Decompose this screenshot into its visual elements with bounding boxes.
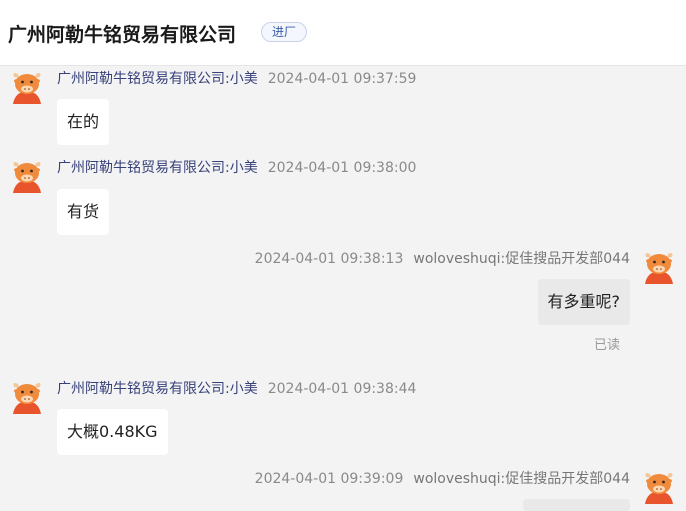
message-bubble[interactable]: 大概0.48KG bbox=[57, 409, 168, 455]
message-time: 2024-04-01 09:38:44 bbox=[267, 381, 417, 397]
message-sender[interactable]: woloveshuqi:促佳搜品开发部044 bbox=[413, 251, 630, 267]
message-meta: 2024-04-01 09:38:13 woloveshuqi:促佳搜品开发部04… bbox=[255, 248, 630, 268]
avatar[interactable] bbox=[641, 468, 677, 504]
supplier-tag[interactable]: 进厂 bbox=[261, 22, 308, 42]
avatar[interactable] bbox=[9, 378, 45, 414]
read-status: 已读 bbox=[593, 338, 620, 353]
cartoon-bull-avatar-icon bbox=[641, 468, 677, 504]
message-sender[interactable]: 广州阿勒牛铭贸易有限公司:小美 bbox=[57, 71, 258, 87]
message-sender[interactable]: 广州阿勒牛铭贸易有限公司:小美 bbox=[57, 381, 258, 397]
cartoon-bull-avatar-icon bbox=[9, 68, 45, 104]
message-time: 2024-04-01 09:38:00 bbox=[267, 160, 417, 176]
message-time: 2024-04-01 09:37:59 bbox=[267, 71, 417, 87]
cartoon-bull-avatar-icon bbox=[9, 378, 45, 414]
message-bubble[interactable]: 在的 bbox=[57, 99, 110, 145]
message-meta: 2024-04-01 09:39:09 woloveshuqi:促佳搜品开发部04… bbox=[255, 468, 630, 488]
cartoon-bull-avatar-icon bbox=[641, 248, 677, 284]
message-time: 2024-04-01 09:38:13 bbox=[254, 251, 404, 267]
message-meta: 广州阿勒牛铭贸易有限公司:小美 2024-04-01 09:38:44 bbox=[57, 378, 416, 398]
message-meta: 广州阿勒牛铭贸易有限公司:小美 2024-04-01 09:38:00 bbox=[57, 157, 416, 177]
message-bubble[interactable] bbox=[523, 499, 630, 511]
message-sender[interactable]: 广州阿勒牛铭贸易有限公司:小美 bbox=[57, 160, 258, 176]
message-meta: 广州阿勒牛铭贸易有限公司:小美 2024-04-01 09:37:59 bbox=[57, 68, 416, 88]
avatar[interactable] bbox=[9, 157, 45, 193]
message-bubble[interactable]: 有多重呢? bbox=[537, 279, 630, 325]
message-sender[interactable]: woloveshuqi:促佳搜品开发部044 bbox=[413, 471, 630, 487]
avatar[interactable] bbox=[641, 248, 677, 284]
chat-header: 广州阿勒牛铭贸易有限公司 进厂 bbox=[0, 0, 686, 66]
avatar[interactable] bbox=[9, 68, 45, 104]
cartoon-bull-avatar-icon bbox=[9, 157, 45, 193]
company-title: 广州阿勒牛铭贸易有限公司 bbox=[8, 24, 237, 46]
message-bubble[interactable]: 有货 bbox=[57, 189, 110, 235]
message-time: 2024-04-01 09:39:09 bbox=[254, 471, 404, 487]
